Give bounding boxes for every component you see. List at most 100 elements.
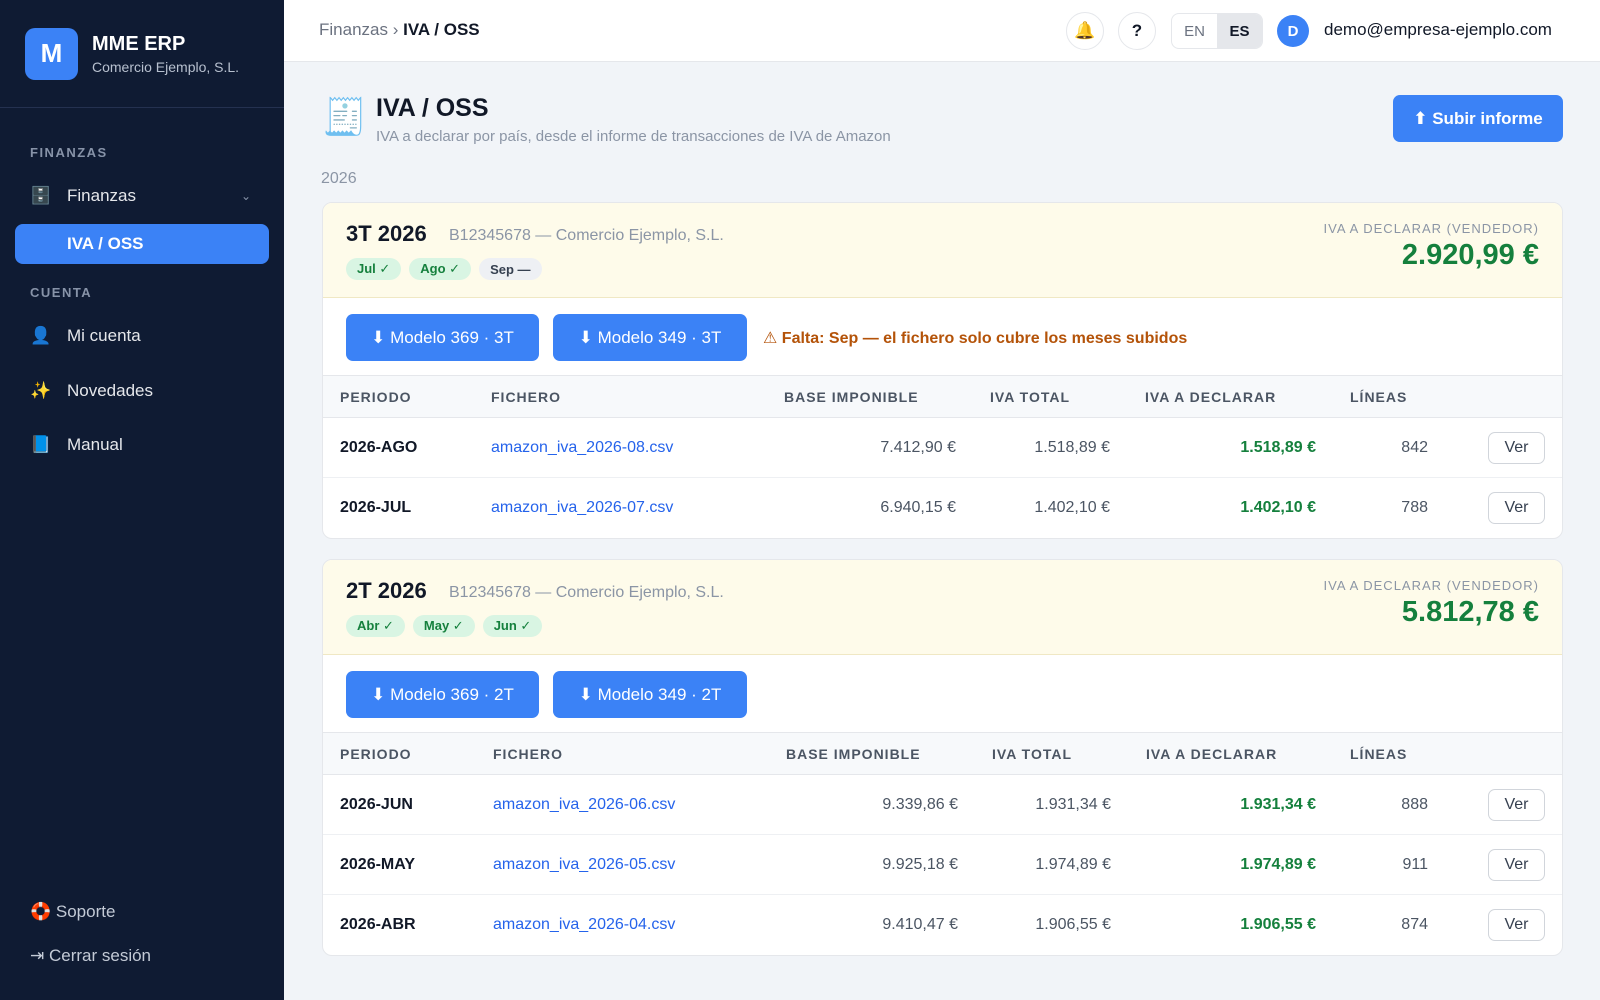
row-file-link[interactable]: amazon_iva_2026-08.csv xyxy=(491,439,673,457)
lang-es-button[interactable]: ES xyxy=(1217,14,1262,48)
sidebar-item-novedades[interactable]: ✨ Novedades xyxy=(15,371,269,411)
view-button[interactable]: Ver xyxy=(1488,848,1545,881)
row-period: 2026-JUL xyxy=(340,499,412,516)
logout-link[interactable]: ⇥ Cerrar sesión xyxy=(30,946,151,966)
row-iva-declarar: 1.518,89 € xyxy=(1240,438,1316,456)
download-modelo-349-button[interactable]: ⬇ Modelo 349 · 3T xyxy=(553,314,747,361)
app-name: MME ERP xyxy=(92,32,186,55)
col-iva-declarar: IVA A DECLARAR xyxy=(1145,388,1277,405)
table-row: 2026-JUN amazon_iva_2026-06.csv 9.339,86… xyxy=(323,775,1562,835)
sidebar-item-label: Manual xyxy=(67,435,123,454)
row-period: 2026-ABR xyxy=(340,916,416,933)
download-modelo-369-button[interactable]: ⬇ Modelo 369 · 2T xyxy=(346,671,539,718)
row-lines: 874 xyxy=(1401,916,1428,933)
receipt-icon: 🧾 xyxy=(322,96,367,137)
nav-section-cuenta: CUENTA xyxy=(30,285,93,300)
col-file: FICHERO xyxy=(493,745,563,762)
row-iva-total: 1.906,55 € xyxy=(1035,916,1111,933)
page-subtitle: IVA a declarar por país, desde el inform… xyxy=(376,128,891,145)
view-button[interactable]: Ver xyxy=(1488,492,1545,524)
col-base: BASE IMPONIBLE xyxy=(786,745,921,762)
month-chip: Ago ✓ xyxy=(409,258,472,280)
col-iva-total: IVA TOTAL xyxy=(990,388,1071,405)
help-button[interactable]: ? xyxy=(1118,12,1156,50)
chevron-down-icon: ⌄ xyxy=(240,189,251,203)
lang-en-button[interactable]: EN xyxy=(1172,14,1217,48)
col-period: PERIODO xyxy=(340,745,412,762)
row-iva-declarar: 1.974,89 € xyxy=(1240,855,1316,873)
year-label: 2026 xyxy=(321,170,357,187)
row-period: 2026-JUN xyxy=(340,795,413,813)
row-base: 7.412,90 € xyxy=(880,438,956,456)
month-chip: Abr ✓ xyxy=(346,615,405,637)
iva-declarar-label: IVA A DECLARAR (VENDEDOR) xyxy=(1323,221,1539,236)
upload-report-button[interactable]: ⬆ Subir informe xyxy=(1393,95,1563,142)
quarter-company: B12345678 — Comercio Ejemplo, S.L. xyxy=(449,227,724,244)
row-base: 6.940,15 € xyxy=(880,499,956,516)
sidebar: M MME ERP Comercio Ejemplo, S.L. FINANZA… xyxy=(0,0,284,1000)
row-lines: 888 xyxy=(1401,795,1428,813)
breadcrumb-parent[interactable]: Finanzas xyxy=(319,20,388,39)
table-header: PERIODO FICHERO BASE IMPONIBLE IVA TOTAL… xyxy=(323,733,1562,775)
col-period: PERIODO xyxy=(340,388,412,405)
table-row: 2026-ABR amazon_iva_2026-04.csv 9.410,47… xyxy=(323,895,1562,955)
company-name: Comercio Ejemplo, S.L. xyxy=(92,58,240,75)
row-file-link[interactable]: amazon_iva_2026-07.csv xyxy=(491,499,673,517)
sidebar-item-iva-oss[interactable]: IVA / OSS xyxy=(15,224,269,264)
quarter-actions: ⬇ Modelo 369 · 3T ⬇ Modelo 349 · 3T ⚠ Fa… xyxy=(323,298,1562,376)
quarter-actions: ⬇ Modelo 369 · 2T ⬇ Modelo 349 · 2T xyxy=(323,655,1562,733)
sidebar-item-mi-cuenta[interactable]: 👤 Mi cuenta xyxy=(15,316,269,356)
download-modelo-349-button[interactable]: ⬇ Modelo 349 · 2T xyxy=(553,671,747,718)
iva-declarar-label: IVA A DECLARAR (VENDEDOR) xyxy=(1323,578,1539,593)
user-icon: 👤 xyxy=(30,326,52,345)
brand-logo: M xyxy=(25,27,78,80)
month-chip: Jun ✓ xyxy=(482,615,543,637)
sidebar-item-label: IVA / OSS xyxy=(67,234,144,253)
quarter-card-2t: 2T 2026 B12345678 — Comercio Ejemplo, S.… xyxy=(322,559,1563,956)
month-chip: May ✓ xyxy=(412,615,475,637)
language-switcher: EN ES xyxy=(1171,13,1263,49)
quarter-title: 3T 2026 xyxy=(346,221,427,246)
view-button[interactable]: Ver xyxy=(1488,431,1545,464)
row-iva-total: 1.974,89 € xyxy=(1035,855,1111,873)
row-iva-declarar: 1.906,55 € xyxy=(1240,916,1316,933)
row-lines: 911 xyxy=(1402,855,1428,873)
month-chip-missing: Sep — xyxy=(479,258,542,280)
row-iva-declarar: 1.402,10 € xyxy=(1240,499,1316,516)
view-button[interactable]: Ver xyxy=(1488,909,1545,941)
breadcrumb: Finanzas › IVA / OSS xyxy=(319,20,480,40)
topbar: Finanzas › IVA / OSS 🔔 ? EN ES D demo@em… xyxy=(284,0,1600,62)
cabinet-icon: 🗄️ xyxy=(30,186,52,205)
quarter-header: 2T 2026 B12345678 — Comercio Ejemplo, S.… xyxy=(323,560,1562,655)
row-iva-total: 1.931,34 € xyxy=(1035,795,1111,813)
row-period: 2026-AGO xyxy=(340,438,418,456)
row-base: 9.925,18 € xyxy=(882,855,958,873)
notifications-button[interactable]: 🔔 xyxy=(1066,12,1104,50)
sidebar-item-finanzas[interactable]: 🗄️ Finanzas ⌄ xyxy=(15,176,269,216)
table-row: 2026-JUL amazon_iva_2026-07.csv 6.940,15… xyxy=(323,478,1562,538)
quarter-company: B12345678 — Comercio Ejemplo, S.L. xyxy=(449,584,724,601)
bell-icon: 🔔 xyxy=(1074,21,1096,40)
quarter-card-3t: 3T 2026 B12345678 — Comercio Ejemplo, S.… xyxy=(322,202,1563,539)
download-modelo-369-button[interactable]: ⬇ Modelo 369 · 3T xyxy=(346,314,539,361)
row-lines: 842 xyxy=(1401,438,1428,456)
row-file-link[interactable]: amazon_iva_2026-05.csv xyxy=(493,856,675,874)
view-button[interactable]: Ver xyxy=(1488,788,1545,821)
row-iva-total: 1.402,10 € xyxy=(1034,499,1110,516)
row-base: 9.339,86 € xyxy=(882,795,958,813)
sidebar-item-label: Finanzas xyxy=(67,186,136,205)
row-iva-total: 1.518,89 € xyxy=(1034,438,1110,456)
user-email[interactable]: demo@empresa-ejemplo.com xyxy=(1324,20,1552,40)
month-chips: Abr ✓ May ✓ Jun ✓ xyxy=(346,615,543,637)
table-header: PERIODO FICHERO BASE IMPONIBLE IVA TOTAL… xyxy=(323,376,1562,418)
sidebar-item-manual[interactable]: 📘 Manual xyxy=(15,425,269,465)
col-lines: LÍNEAS xyxy=(1350,388,1408,405)
support-link[interactable]: 🛟 Soporte xyxy=(30,902,115,922)
help-icon: ? xyxy=(1131,21,1143,40)
avatar[interactable]: D xyxy=(1277,15,1309,47)
row-file-link[interactable]: amazon_iva_2026-04.csv xyxy=(493,916,675,934)
sidebar-item-label: Mi cuenta xyxy=(67,326,141,345)
iva-declarar-total: 5.812,78 € xyxy=(1401,596,1539,628)
table-row: 2026-MAY amazon_iva_2026-05.csv 9.925,18… xyxy=(323,835,1562,895)
row-file-link[interactable]: amazon_iva_2026-06.csv xyxy=(493,796,675,814)
